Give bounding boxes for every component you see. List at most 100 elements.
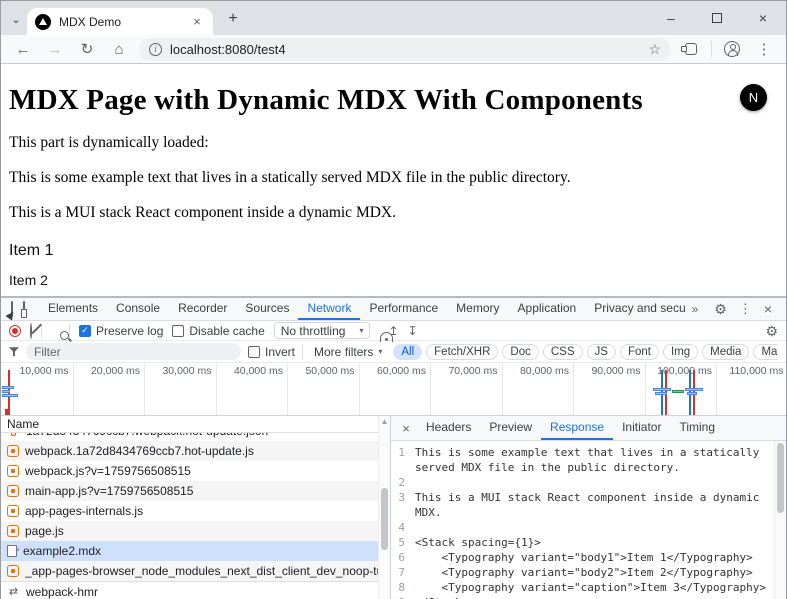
window-minimize-button[interactable]: – — [648, 1, 694, 35]
devtools-tab-privacy-and-security[interactable]: Privacy and security — [585, 298, 685, 320]
tab-search-button[interactable]: ⌄ — [7, 10, 25, 28]
line-number: 9 — [391, 595, 415, 599]
devtools-menu-button[interactable]: ⋮ — [739, 301, 752, 317]
nextjs-dev-badge[interactable]: N — [740, 84, 767, 111]
invert-checkbox[interactable]: Invert — [248, 345, 295, 359]
site-info-icon[interactable]: i — [149, 43, 162, 56]
details-tab-response[interactable]: Response — [541, 416, 613, 440]
reload-button[interactable]: ↻ — [75, 37, 99, 61]
details-close-button[interactable]: × — [397, 421, 415, 436]
address-bar[interactable]: i localhost:8080/test4 ☆ — [139, 38, 671, 61]
forward-button[interactable]: → — [43, 37, 67, 61]
browser-menu-button[interactable]: ⋮ — [752, 37, 776, 61]
requests-panel: Name 1a72d8434769ccb7.webpack.hot-update… — [1, 416, 391, 599]
script-icon — [7, 485, 19, 497]
filter-pill-font[interactable]: Font — [620, 344, 659, 360]
devtools-tab-performance[interactable]: Performance — [360, 298, 447, 320]
code-text: This is a MUI stack React component insi… — [415, 490, 786, 520]
devtools-tab-recorder[interactable]: Recorder — [169, 298, 236, 320]
disable-cache-checkbox[interactable]: Disable cache — [172, 324, 264, 338]
extensions-button[interactable] — [679, 37, 703, 61]
filter-pill-media[interactable]: Media — [702, 344, 749, 360]
request-name: example2.mdx — [23, 544, 101, 558]
scrollbar-thumb[interactable] — [381, 488, 388, 550]
scroll-up-icon[interactable]: ▲ — [379, 416, 390, 428]
throttling-select[interactable]: No throttling ▾ — [274, 322, 371, 339]
network-request-row[interactable]: webpack-hmr — [1, 581, 390, 599]
disable-cache-label: Disable cache — [189, 324, 264, 338]
devtools-tab-application[interactable]: Application — [509, 298, 586, 320]
url-text[interactable]: localhost:8080/test4 — [170, 42, 640, 57]
inspect-element-button[interactable] — [11, 302, 13, 316]
timeline-tick-label: 30,000 ms — [140, 365, 212, 377]
more-filters-button[interactable]: More filters ▾ — [310, 345, 386, 359]
divider — [69, 324, 70, 338]
filter-pill-manifest[interactable]: Manifest — [753, 344, 778, 360]
filter-pill-all[interactable]: All — [393, 344, 422, 360]
record-button[interactable] — [9, 325, 21, 337]
devtools-tab-sources[interactable]: Sources — [236, 298, 298, 320]
details-tab-timing[interactable]: Timing — [670, 416, 724, 440]
details-scrollbar[interactable]: ▼ — [774, 441, 786, 599]
filter-input[interactable] — [26, 343, 241, 360]
code-text — [415, 475, 786, 490]
details-tab-preview[interactable]: Preview — [480, 416, 541, 440]
tab-close-button[interactable]: × — [189, 14, 205, 30]
request-name: webpack-hmr — [26, 585, 98, 599]
new-tab-button[interactable]: + — [223, 9, 243, 29]
devtools-tab-memory[interactable]: Memory — [447, 298, 508, 320]
checkbox-icon — [248, 346, 260, 358]
more-tabs-button[interactable]: » — [686, 302, 705, 316]
details-tab-headers[interactable]: Headers — [417, 416, 480, 440]
network-request-row[interactable]: main-app.js?v=1759756508515 — [1, 481, 390, 501]
filter-pill-doc[interactable]: Doc — [502, 344, 538, 360]
code-line: 6 <Typography variant="body1">Item 1</Ty… — [391, 550, 786, 565]
response-code-view[interactable]: 1This is some example text that lives in… — [391, 441, 786, 599]
more-vert-icon: ⋮ — [757, 40, 772, 58]
minimize-icon: – — [667, 10, 675, 26]
devtools-close-button[interactable]: × — [764, 301, 772, 317]
devtools-tab-console[interactable]: Console — [107, 298, 169, 320]
requests-scrollbar[interactable]: ▲ ▼ — [378, 416, 390, 599]
name-column-header[interactable]: Name — [1, 416, 390, 433]
network-request-row[interactable]: _app-pages-browser_node_modules_next_dis… — [1, 561, 390, 581]
details-tab-initiator[interactable]: Initiator — [613, 416, 670, 440]
network-request-row[interactable]: 1a72d8434769ccb7.webpack.hot-update.json — [1, 433, 390, 441]
device-toolbar-button[interactable] — [23, 302, 25, 316]
filter-pill-js[interactable]: JS — [587, 344, 616, 360]
network-request-row[interactable]: app-pages-internals.js — [1, 501, 390, 521]
line-number: 3 — [391, 490, 415, 520]
line-number: 2 — [391, 475, 415, 490]
bookmark-button[interactable]: ☆ — [648, 41, 661, 58]
network-request-row[interactable]: example2.mdx — [1, 541, 390, 561]
clear-button[interactable] — [30, 324, 32, 338]
browser-tab[interactable]: MDX Demo × — [27, 8, 213, 35]
paragraph: This part is dynamically loaded: — [9, 134, 778, 152]
network-settings-button[interactable]: ⚙ — [765, 324, 778, 338]
back-button[interactable]: ← — [11, 37, 35, 61]
timeline-overview[interactable]: 10,000 ms20,000 ms30,000 ms40,000 ms50,0… — [1, 363, 786, 416]
profile-button[interactable] — [720, 37, 744, 61]
maximize-icon — [712, 13, 722, 23]
network-request-row[interactable]: webpack.js?v=1759756508515 — [1, 461, 390, 481]
home-button[interactable]: ⌂ — [107, 37, 131, 61]
scrollbar-thumb[interactable] — [777, 443, 784, 513]
filter-pill-img[interactable]: Img — [663, 344, 698, 360]
filter-pill-fetch-xhr[interactable]: Fetch/XHR — [426, 344, 498, 360]
filter-pill-css[interactable]: CSS — [543, 344, 583, 360]
request-name: webpack.js?v=1759756508515 — [25, 464, 191, 478]
devtools-settings-button[interactable]: ⚙ — [714, 302, 727, 316]
request-name: 1a72d8434769ccb7.webpack.hot-update.json — [26, 433, 268, 438]
preserve-log-checkbox[interactable]: ✓ Preserve log — [79, 324, 163, 338]
network-request-row[interactable]: page.js — [1, 521, 390, 541]
devtools-tab-network[interactable]: Network — [298, 298, 360, 320]
devtools-tab-elements[interactable]: Elements — [39, 298, 107, 320]
window-maximize-button[interactable] — [694, 1, 740, 35]
line-number: 4 — [391, 520, 415, 535]
timeline-tick-label: 90,000 ms — [569, 365, 641, 377]
network-request-row[interactable]: webpack.1a72d8434769ccb7.hot-update.js — [1, 441, 390, 461]
import-har-button[interactable]: ↧ — [408, 325, 418, 337]
request-name: page.js — [25, 524, 64, 538]
window-close-button[interactable]: × — [740, 1, 786, 35]
script-icon — [7, 465, 19, 477]
